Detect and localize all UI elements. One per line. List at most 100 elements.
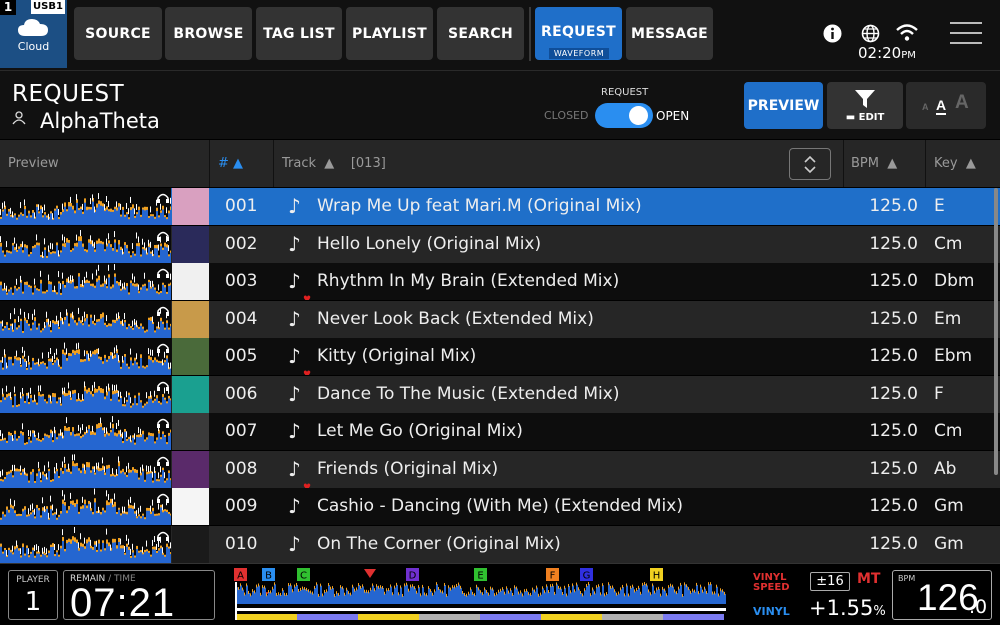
track-number: 002 [225,233,258,254]
info-icon[interactable] [823,24,842,43]
music-note-icon: ♪ [288,231,301,256]
source-cloud-button[interactable]: 1 USB1 Cloud [0,0,67,68]
hot-cue-d[interactable]: D [406,568,419,582]
deck-status-bar: PLAYER 1 REMAIN / TIME 07:21 Q ABCDEFGH … [0,563,1000,625]
track-title: Kitty (Original Mix) [317,346,477,366]
waveform-preview[interactable] [0,488,172,525]
track-number: 005 [225,346,258,366]
col-bpm[interactable]: BPM ▲ [851,140,897,187]
filter-edit-button[interactable]: ▬ EDIT [827,82,903,129]
track-bpm: 125.0 [869,233,918,254]
col-track-label: Track [282,156,317,171]
hot-cue-g[interactable]: G [580,568,593,582]
cloud-icon [18,19,48,36]
table-row[interactable]: 006 ♪ Dance To The Music (Extended Mix) 125… [0,375,1000,413]
hot-cue-h[interactable]: H [650,568,663,582]
globe-icon[interactable] [861,24,880,43]
nav-search[interactable]: SEARCH [437,7,524,60]
col-key[interactable]: Key ▲ [934,140,976,187]
track-number: 010 [225,533,258,554]
closed-label: CLOSED [544,109,589,122]
waveform-graphic [0,380,172,413]
track-bpm: 125.0 [869,346,918,366]
col-bpm-label: BPM [851,156,879,171]
table-row[interactable]: 010 ♪ On The Corner (Original Mix) 125.0 Gm [0,525,1000,563]
waveform-preview[interactable] [0,225,172,263]
track-title: Cashio - Dancing (With Me) (Extended Mix… [317,496,683,516]
hot-cue-c[interactable]: C [297,568,310,582]
col-number[interactable]: # ▲ [218,140,243,187]
headphone-icon [157,418,169,428]
table-row[interactable]: 001 ♪ Wrap Me Up feat Mari.M (Original Mix… [0,188,1000,225]
hot-cue-f[interactable]: F [546,568,559,582]
hot-cue-label: B [265,571,272,582]
nav-tag-list[interactable]: TAG LIST [256,7,342,60]
headphone-icon [157,493,169,503]
sort-up-icon: ▲ [324,156,335,171]
music-note-icon: ♪ [288,381,301,406]
scrollbar[interactable] [994,188,998,475]
hamburger-menu-icon[interactable] [950,21,982,46]
time-display[interactable]: REMAIN / TIME 07:21 Q [63,570,271,625]
album-art [172,413,209,450]
table-row[interactable]: 005 ♪ ♥ Kitty (Original Mix) 125.0 Ebm [0,338,1000,375]
hot-cue-e[interactable]: E [474,568,487,582]
preview-button[interactable]: PREVIEW [744,82,823,129]
waveform-preview[interactable] [0,525,172,563]
track-key: Em [934,308,962,329]
waveform-preview[interactable] [0,450,172,488]
table-row[interactable]: 003 ♪ ♥ Rhythm In My Brain (Extended Mix) 12… [0,263,1000,300]
headphone-icon [157,531,169,541]
nav-message[interactable]: MESSAGE [626,7,713,60]
request-open-toggle[interactable] [595,103,653,128]
waveform-preview[interactable] [0,188,172,225]
col-track[interactable]: Track ▲ [013] [282,140,386,187]
album-art [172,488,209,525]
hot-cue-b[interactable]: B [262,568,275,582]
hot-cue-label: F [550,571,556,582]
waveform-graphic [0,229,172,263]
hot-cue-label: H [653,571,661,582]
waveform-preview[interactable] [0,413,172,450]
track-cell: ♪ ♥ Rhythm In My Brain (Extended Mix) [274,263,843,300]
track-title: On The Corner (Original Mix) [317,533,561,554]
font-large: A [955,92,969,113]
sort-up-icon: ▲ [965,156,976,171]
table-row[interactable]: 004 ♪ Never Look Back (Extended Mix) 125.0 E… [0,300,1000,338]
col-preview: Preview [8,156,59,171]
track-count: [013] [350,156,386,171]
hot-cue-label: C [300,571,307,582]
music-note-icon: ♪ [288,344,301,368]
album-art [172,225,209,263]
page-title: REQUEST [12,81,125,107]
track-key: Cm [934,421,963,441]
table-row[interactable]: 008 ♪ ♥ Friends (Original Mix) 125.0 Ab [0,450,1000,488]
sort-order-button[interactable] [789,148,831,180]
track-title: Dance To The Music (Extended Mix) [317,383,620,404]
waveform-preview[interactable] [0,338,172,375]
hot-cue-a[interactable]: A [234,568,247,582]
nav-browse[interactable]: BROWSE [165,7,252,60]
waveform-preview[interactable] [0,300,172,338]
table-row[interactable]: 007 ♪ Let Me Go (Original Mix) 125.0 Cm [0,413,1000,450]
track-number: 007 [225,421,258,441]
waveform-preview[interactable] [0,375,172,413]
time-value: 07:21 [70,581,176,625]
album-art [172,263,209,300]
table-row[interactable]: 009 ♪ Cashio - Dancing (With Me) (Extended… [0,488,1000,525]
track-bpm: 125.0 [869,496,918,516]
nav-playlist[interactable]: PLAYLIST [346,7,433,60]
waveform-overview[interactable]: A B C D E F G H [226,568,742,622]
music-note-icon: ♪ [288,494,301,518]
tempo-range: ±16 [810,572,850,591]
track-number: 009 [225,496,258,516]
waveform-preview[interactable] [0,263,172,300]
bpm-label: BPM [898,574,916,583]
table-row[interactable]: 002 ♪ Hello Lonely (Original Mix) 125.0 Cm [0,225,1000,263]
waveform-graphic [0,193,172,225]
track-cell: ♪ ♥ Kitty (Original Mix) [274,338,843,375]
player-value: 1 [24,587,42,617]
nav-request[interactable]: REQUEST WAVEFORM [535,7,622,60]
font-size-button[interactable]: A A A [906,82,986,129]
nav-source[interactable]: SOURCE [74,7,162,60]
